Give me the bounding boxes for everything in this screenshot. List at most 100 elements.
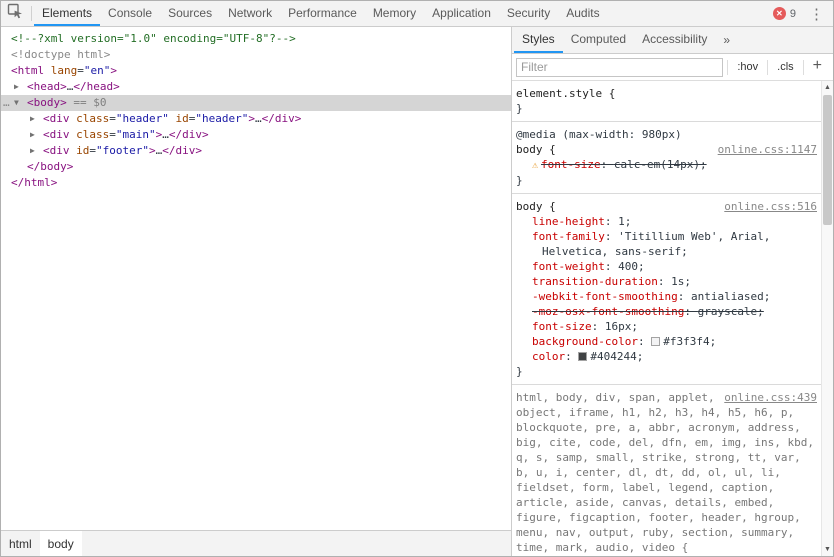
elements-panel: <!--?xml version="1.0" encoding="UTF-8"?… [1,27,512,556]
devtools-window: ElementsConsoleSourcesNetworkPerformance… [0,0,834,557]
stylesheet-source-link[interactable]: online.css:1147 [718,142,817,157]
new-style-rule-button[interactable]: + [808,57,829,77]
style-rule-section: online.css:439html, body, div, span, app… [512,385,821,556]
node-menu-dots-icon[interactable]: … [3,95,10,111]
css-property-name: font-weight [532,260,605,273]
rule-selector-line[interactable]: element.style { [516,86,817,101]
dom-token: </body> [27,160,73,173]
dom-token: "footer" [96,144,149,157]
expand-arrow-icon[interactable]: ▶ [14,79,19,95]
collapse-arrow-icon[interactable]: ▼ [14,95,19,111]
styles-filter-input[interactable] [516,58,723,77]
css-declaration[interactable]: line-height: 1; [516,214,817,229]
css-declaration-text: font-size: 16px; [532,320,638,333]
dom-tree-line[interactable]: <!doctype html> [1,47,511,63]
error-count: 9 [790,8,796,20]
error-count-badge[interactable]: ✕ 9 [773,7,796,20]
dom-tree-line[interactable]: <html lang="en"> [1,63,511,79]
sidebar-tab-computed[interactable]: Computed [563,27,634,53]
tab-console[interactable]: Console [100,1,160,26]
dom-tree-line[interactable]: ▶<head>…</head> [1,79,511,95]
css-declaration-text: background-color: #f3f3f4; [532,335,716,348]
breadcrumb-item-body[interactable]: body [40,531,82,556]
stylesheet-source-link[interactable]: online.css:439 [724,390,817,405]
tab-security[interactable]: Security [499,1,558,26]
css-property-value: 1; [618,215,631,228]
styles-toolbar: :hov .cls + [512,54,833,81]
style-rule-section: element.style {} [512,81,821,122]
element-classes-toggle[interactable]: .cls [772,59,799,75]
tab-memory[interactable]: Memory [365,1,424,26]
dom-tree-line[interactable]: …▼<body> == $0 [1,95,511,111]
css-declaration[interactable]: font-weight: 400; [516,259,817,274]
dom-tree-line[interactable]: ▶<div class="header" id="header">…</div> [1,111,511,127]
rule-selector: element.style { [516,87,615,100]
more-tabs-icon[interactable]: » [715,27,738,53]
sidebar-tabs: StylesComputedAccessibility [514,27,715,53]
scroll-down-arrow-icon[interactable]: ▼ [822,543,833,556]
more-options-menu-button[interactable]: ⋮ [802,5,831,23]
dom-tree-line[interactable]: </body> [1,159,511,175]
dom-token: <html [11,64,44,77]
error-icon: ✕ [773,7,786,20]
tab-audits[interactable]: Audits [558,1,607,26]
rule-selector-line[interactable]: online.css:1147body { [516,142,817,157]
css-declaration[interactable]: transition-duration: 1s; [516,274,817,289]
expand-arrow-icon[interactable]: ▶ [30,127,35,143]
css-property-name: -moz-osx-font-smoothing [532,305,684,318]
css-declaration[interactable]: font-family: 'Titillium Web', Arial, Hel… [516,229,817,259]
css-declaration[interactable]: ⚠font-size: calc-em(14px); [516,157,817,173]
css-declaration[interactable]: -moz-osx-font-smoothing: grayscale; [516,304,817,319]
css-declaration[interactable]: color: #404244; [516,349,817,364]
tab-network[interactable]: Network [220,1,280,26]
css-declaration-text: font-weight: 400; [532,260,645,273]
rule-selector-line[interactable]: online.css:516body { [516,199,817,214]
scrollbar-thumb[interactable] [823,95,832,225]
expand-arrow-icon[interactable]: ▶ [30,143,35,159]
toolbar-divider [727,60,728,75]
breadcrumb-item-html[interactable]: html [1,531,40,556]
tab-elements[interactable]: Elements [34,1,100,26]
dom-tree-line[interactable]: ▶<div class="main">…</div> [1,127,511,143]
dom-token: = [89,144,96,157]
dom-token: <head> [27,80,67,93]
dom-tree-line[interactable]: <!--?xml version="1.0" encoding="UTF-8"?… [1,31,511,47]
css-property-value: 1s; [671,275,691,288]
dom-tree-line[interactable]: ▶<div id="footer">…</div> [1,143,511,159]
dom-token: <!--?xml version="1.0" encoding="UTF-8"?… [11,32,296,45]
css-declaration-text: line-height: 1; [532,215,631,228]
dom-token: > [248,112,255,125]
css-declaration[interactable]: vertical-align: baseline; [516,555,817,556]
dom-token: <div [43,144,70,157]
css-property-name: color [532,350,565,363]
color-swatch[interactable] [578,352,587,361]
styles-scrollbar[interactable]: ▲ ▼ [821,81,833,556]
scroll-up-arrow-icon[interactable]: ▲ [822,81,833,94]
css-declaration[interactable]: background-color: #f3f3f4; [516,334,817,349]
dom-tree-line[interactable]: </html> [1,175,511,191]
css-property-name: font-size [541,158,601,171]
tab-application[interactable]: Application [424,1,499,26]
sidebar-tab-accessibility[interactable]: Accessibility [634,27,715,53]
css-property-value: #f3f3f4; [663,335,716,348]
css-declaration[interactable]: font-size: 16px; [516,319,817,334]
rule-selector-line[interactable]: online.css:439html, body, div, span, app… [516,390,817,555]
css-property-name: font-family [532,230,605,243]
tab-performance[interactable]: Performance [280,1,365,26]
css-declaration-text: font-size: calc-em(14px); [541,158,707,171]
tab-sources[interactable]: Sources [160,1,220,26]
expand-arrow-icon[interactable]: ▶ [30,111,35,127]
inspect-element-button[interactable] [1,1,29,26]
stylesheet-source-link[interactable]: online.css:516 [724,199,817,214]
css-property-value: 16px; [605,320,638,333]
sidebar-tab-styles[interactable]: Styles [514,27,563,53]
color-swatch[interactable] [651,337,660,346]
media-query[interactable]: @media (max-width: 980px) [516,127,817,142]
dom-token: > [110,64,117,77]
pseudo-state-toggle[interactable]: :hov [732,59,763,75]
styles-sections: element.style {}@media (max-width: 980px… [512,81,821,556]
dom-token: = [109,128,116,141]
css-declaration[interactable]: -webkit-font-smoothing: antialiased; [516,289,817,304]
style-rule-section: @media (max-width: 980px)online.css:1147… [512,122,821,194]
toolbar-right: ✕ 9 ⋮ [773,1,833,26]
